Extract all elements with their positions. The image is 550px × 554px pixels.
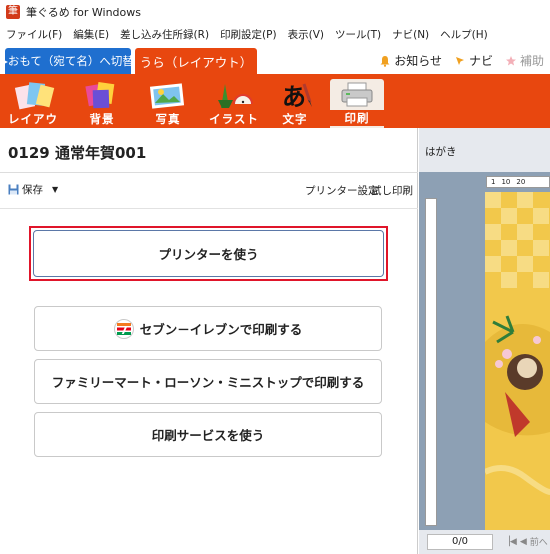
prev-page-label[interactable]: 前へ	[530, 535, 548, 548]
divider	[0, 172, 418, 173]
navi-arrow-icon	[455, 56, 464, 65]
page-nav: ▕◀ ◀ 前へ	[503, 535, 548, 549]
save-label: 保存	[22, 184, 43, 196]
side-tab-row: ▸おもて（宛て名）へ切替 うら（レイアウト） お知らせ ナビ 補助	[0, 44, 550, 74]
background-tool[interactable]: 背景	[75, 80, 129, 128]
menu-help[interactable]: ヘルプ(H)	[440, 27, 488, 42]
vertical-ruler	[425, 198, 437, 526]
navi-label: ナビ	[468, 54, 493, 68]
navi-link[interactable]: ナビ	[454, 52, 493, 69]
top-links: お知らせ ナビ 補助	[379, 52, 544, 69]
familymart-lawson-ministop-button[interactable]: ファミリーマート・ローソン・ミニストップで印刷する	[34, 359, 382, 404]
printer-icon	[335, 79, 379, 109]
preview-panel: はがき 1 10 20 0/0 ▕◀ ◀ 前へ	[419, 128, 550, 554]
layout-icon	[13, 80, 57, 110]
text-icon: あ	[273, 80, 317, 110]
support-label: 補助	[519, 54, 544, 68]
svg-text:あ: あ	[282, 82, 306, 110]
background-icon	[80, 80, 124, 110]
preview-canvas[interactable]: 1 10 20	[419, 172, 550, 530]
notice-label: お知らせ	[394, 54, 442, 68]
chevron-down-icon[interactable]: ▼	[52, 185, 58, 194]
document-title: 0129 通常年賀001	[8, 144, 147, 162]
postcard-preview	[485, 192, 550, 530]
menu-edit[interactable]: 編集(E)	[73, 27, 109, 42]
support-link[interactable]: 補助	[505, 52, 544, 69]
preview-status-bar: 0/0 ▕◀ ◀ 前へ	[419, 530, 550, 554]
print-service-button[interactable]: 印刷サービスを使う	[34, 412, 382, 457]
svg-text:7: 7	[120, 324, 128, 337]
text-label: 文字	[282, 112, 308, 126]
text-tool[interactable]: あ 文字	[268, 80, 322, 128]
menu-tools[interactable]: ツール(T)	[335, 27, 381, 42]
seven-eleven-button[interactable]: 7 セブン－イレブンで印刷する	[34, 306, 382, 351]
back-layout-tab[interactable]: うら（レイアウト）	[135, 48, 257, 74]
horizontal-ruler: 1 10 20	[486, 176, 550, 188]
test-print-button[interactable]: 試し印刷	[371, 183, 413, 198]
menu-print-settings[interactable]: 印刷設定(P)	[220, 27, 277, 42]
page-counter: 0/0	[427, 534, 493, 550]
notice-link[interactable]: お知らせ	[379, 52, 442, 69]
illust-label: イラスト	[209, 112, 259, 126]
illust-icon	[212, 80, 256, 110]
background-label: 背景	[89, 112, 115, 126]
title-bar: 筆 筆ぐるめ for Windows	[0, 0, 550, 24]
seven-eleven-label: セブン－イレブンで印刷する	[139, 322, 303, 337]
seven-eleven-logo-icon: 7	[113, 318, 134, 339]
first-page-icon[interactable]: ▕◀	[503, 537, 517, 547]
menu-bar: ファイル(F) 編集(E) 差し込み住所録(R) 印刷設定(P) 表示(V) ツ…	[0, 24, 550, 44]
menu-file[interactable]: ファイル(F)	[6, 27, 62, 42]
window-title: 筆ぐるめ for Windows	[26, 6, 142, 19]
switch-to-front-tab[interactable]: ▸おもて（宛て名）へ切替	[2, 48, 134, 74]
preview-title: はがき	[425, 146, 457, 158]
divider	[0, 208, 418, 209]
use-printer-button[interactable]: プリンターを使う	[33, 230, 384, 277]
prev-page-icon[interactable]: ◀	[520, 537, 527, 547]
menu-address-book[interactable]: 差し込み住所録(R)	[120, 27, 209, 42]
save-icon	[8, 184, 19, 195]
illust-tool[interactable]: イラスト	[207, 80, 261, 128]
print-panel: 0129 通常年賀001 保存 ▼ プリンター設定 試し印刷 プリンターを使う …	[0, 128, 418, 554]
bell-icon	[380, 55, 390, 67]
menu-navi[interactable]: ナビ(N)	[392, 27, 429, 42]
ruler-tick: 20	[516, 178, 526, 186]
ruler-tick: 1	[491, 178, 496, 186]
printer-settings-button[interactable]: プリンター設定	[305, 183, 379, 198]
menu-view[interactable]: 表示(V)	[288, 27, 324, 42]
star-icon	[505, 55, 516, 65]
photo-icon	[146, 80, 190, 110]
ruler-tick: 10	[501, 178, 511, 186]
photo-tool[interactable]: 写真	[141, 80, 195, 128]
save-button[interactable]: 保存 ▼	[8, 182, 58, 197]
app-icon: 筆	[6, 5, 20, 19]
main-toolbar: レイアウト 背景 写真 イラスト あ 文字 印刷	[0, 74, 550, 142]
print-tool[interactable]: 印刷	[330, 79, 384, 129]
layout-tool[interactable]: レイアウト	[8, 80, 62, 142]
print-label: 印刷	[330, 110, 384, 126]
photo-label: 写真	[155, 112, 181, 126]
